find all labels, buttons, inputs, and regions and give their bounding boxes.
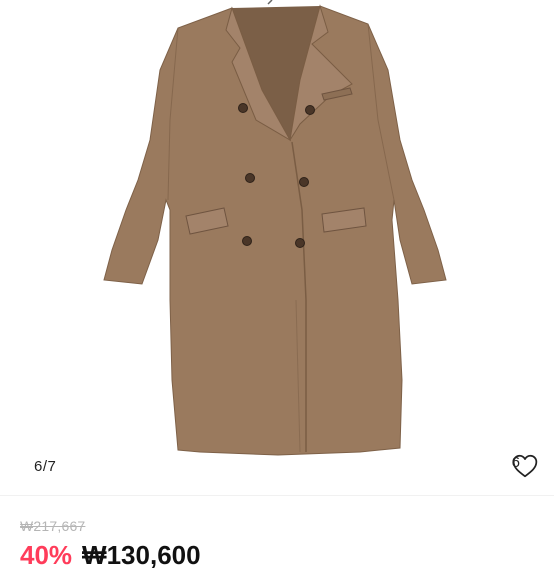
heart-outline-icon [512,454,537,478]
original-price: ₩217,667 [20,518,86,534]
price-row: 40% ₩130,600 [20,540,201,570]
discount-rate: 40% [20,540,73,570]
coat-photo [103,0,447,456]
like-button[interactable]: 6 [512,454,537,478]
image-page-indicator: 6/7 [34,458,57,475]
product-image[interactable]: 6/7 6 [0,0,554,495]
sale-price: ₩130,600 [82,540,201,570]
divider [0,495,554,496]
